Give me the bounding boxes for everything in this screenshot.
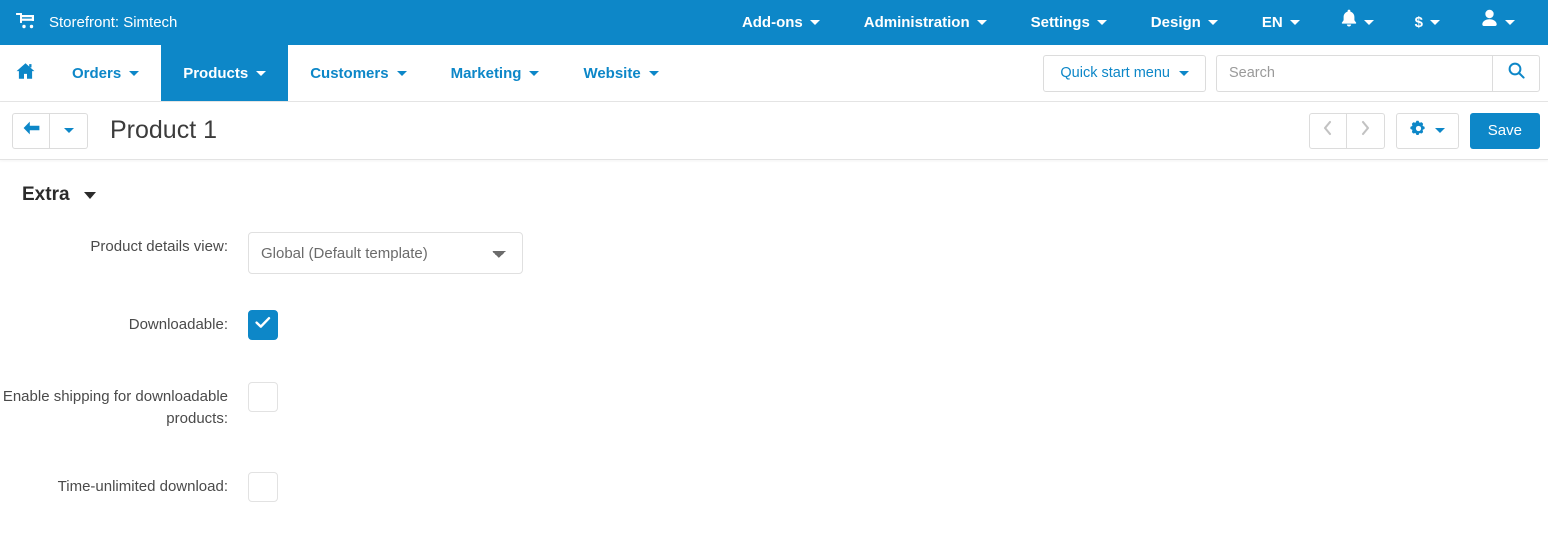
product-details-view-label: Product details view: <box>90 238 228 255</box>
search-button[interactable] <box>1492 54 1540 92</box>
topbar-item-addons[interactable]: Add-ons <box>720 0 842 45</box>
storefront-label: Storefront: Simtech <box>49 14 178 31</box>
caret-down-icon <box>809 20 820 25</box>
page-title: Product 1 <box>110 116 218 144</box>
caret-down-icon <box>976 20 987 25</box>
arrow-left-icon <box>23 121 40 140</box>
quick-start-menu-button[interactable]: Quick start menu <box>1043 54 1206 92</box>
topbar-menu: Add-ons Administration Settings Design E… <box>720 0 1534 45</box>
top-bar: Storefront: Simtech Add-ons Administrati… <box>0 0 1548 45</box>
nav-item-label: Customers <box>310 64 389 82</box>
nav-item-label: Marketing <box>450 64 522 82</box>
caret-down-icon <box>1505 20 1515 25</box>
search-group <box>1216 54 1540 92</box>
caret-down-icon <box>1179 70 1189 76</box>
caret-down-icon <box>396 70 407 76</box>
downloadable-checkbox[interactable] <box>248 310 278 340</box>
time-unlimited-download-field <box>248 472 278 502</box>
caret-down-icon <box>1363 20 1374 25</box>
chevron-left-icon <box>1322 120 1333 141</box>
titlebar-actions: Save <box>1308 112 1540 149</box>
caret-down-icon[interactable] <box>83 191 96 199</box>
caret-down-icon <box>1434 128 1445 133</box>
caret-down-icon <box>256 70 267 76</box>
caret-down-icon <box>529 70 540 76</box>
enable-shipping-checkbox[interactable] <box>248 382 278 412</box>
settings-dropdown-button[interactable] <box>1395 112 1459 149</box>
time-unlimited-download-checkbox[interactable] <box>248 472 278 502</box>
nav-item-label: Website <box>583 64 641 82</box>
save-button[interactable]: Save <box>1469 112 1540 149</box>
magnifier-icon <box>1508 62 1525 84</box>
nav-right-tools: Quick start menu <box>1043 45 1548 101</box>
main-navigation: Orders Products Customers Marketing Webs… <box>0 45 1548 102</box>
back-button-group <box>12 112 88 149</box>
shopping-cart-icon <box>16 12 35 33</box>
nav-item-label: Orders <box>72 64 122 82</box>
topbar-item-language[interactable]: EN <box>1240 0 1322 45</box>
nav-item-label: Products <box>183 64 249 82</box>
nav-item-orders[interactable]: Orders <box>50 45 161 101</box>
downloadable-field <box>248 310 278 340</box>
check-icon <box>255 316 271 334</box>
gear-icon <box>1410 120 1427 142</box>
time-unlimited-download-label: Time-unlimited download: <box>57 478 228 495</box>
back-button[interactable] <box>12 112 50 149</box>
search-input[interactable] <box>1216 54 1492 92</box>
nav-items: Orders Products Customers Marketing Webs… <box>0 45 681 101</box>
caret-down-icon <box>648 70 659 76</box>
extra-section-header: Extra <box>0 160 1548 206</box>
caret-down-icon <box>1430 20 1440 25</box>
next-product-button[interactable] <box>1346 112 1385 149</box>
topbar-item-design[interactable]: Design <box>1129 0 1240 45</box>
topbar-item-administration[interactable]: Administration <box>842 0 1009 45</box>
nav-item-products[interactable]: Products <box>161 45 289 101</box>
notifications-menu[interactable] <box>1322 0 1393 45</box>
form-row-downloadable: Downloadable: <box>0 310 1548 340</box>
previous-product-button[interactable] <box>1308 112 1347 149</box>
home-icon <box>16 62 35 85</box>
account-menu[interactable] <box>1462 0 1534 45</box>
topbar-item-label: Administration <box>863 14 970 31</box>
form-row-time-unlimited-download: Time-unlimited download: <box>0 472 1548 502</box>
currency-menu[interactable]: $ <box>1393 0 1462 45</box>
caret-down-icon <box>129 70 140 76</box>
back-dropdown-button[interactable] <box>50 112 88 149</box>
topbar-item-label: Design <box>1150 14 1201 31</box>
nav-home-button[interactable] <box>0 45 50 101</box>
bell-icon <box>1341 0 1357 45</box>
downloadable-label: Downloadable: <box>128 316 228 333</box>
form-row-product-details-view: Product details view: Global (Default te… <box>0 232 1548 274</box>
pager-group <box>1308 112 1385 149</box>
section-title: Extra <box>22 184 70 205</box>
product-details-view-select[interactable]: Global (Default template) <box>248 232 523 274</box>
caret-down-icon <box>1207 20 1218 25</box>
page-title-bar: Product 1 Save <box>0 102 1548 160</box>
content-area: Extra Product details view: Global (Defa… <box>0 160 1548 502</box>
nav-item-customers[interactable]: Customers <box>288 45 428 101</box>
user-icon <box>1481 0 1498 45</box>
enable-shipping-label: Enable shipping for downloadable product… <box>2 388 228 427</box>
topbar-item-settings[interactable]: Settings <box>1009 0 1129 45</box>
topbar-item-label: Add-ons <box>741 14 803 31</box>
topbar-item-label: Settings <box>1030 14 1090 31</box>
caret-down-icon <box>63 128 74 133</box>
caret-down-icon <box>1289 20 1300 25</box>
product-details-view-field: Global (Default template) <box>248 232 523 274</box>
storefront-link[interactable]: Storefront: Simtech <box>16 12 177 33</box>
currency-label: $ <box>1414 14 1423 31</box>
nav-item-marketing[interactable]: Marketing <box>429 45 562 101</box>
quick-start-menu-label: Quick start menu <box>1060 65 1170 81</box>
enable-shipping-field <box>248 382 278 412</box>
language-label: EN <box>1261 14 1283 31</box>
form-row-enable-shipping: Enable shipping for downloadable product… <box>0 382 1548 430</box>
caret-down-icon <box>1096 20 1107 25</box>
nav-item-website[interactable]: Website <box>561 45 680 101</box>
chevron-right-icon <box>1360 120 1371 141</box>
